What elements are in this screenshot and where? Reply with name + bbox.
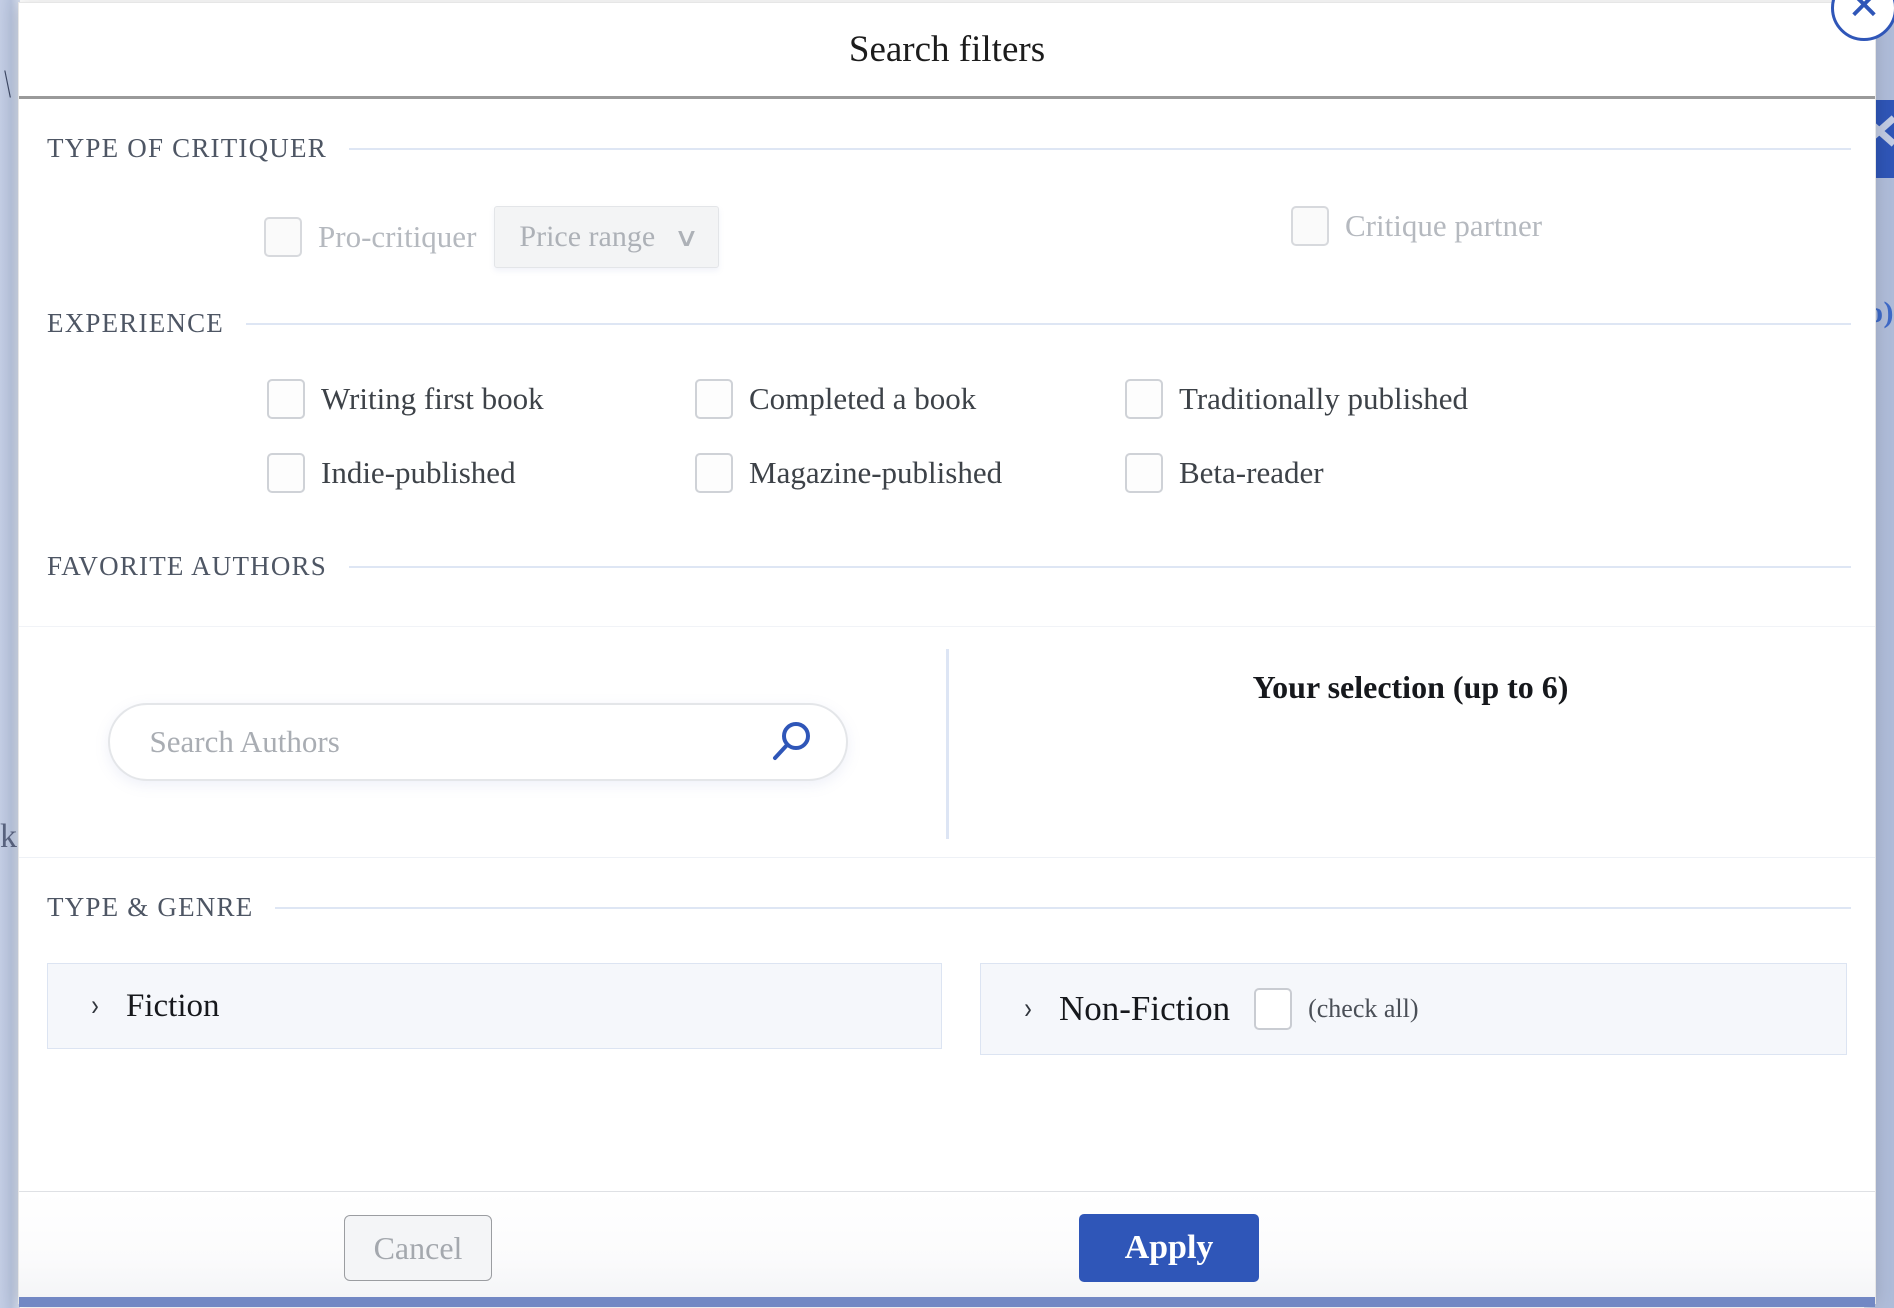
section-label-type-genre: TYPE & GENRE (47, 892, 254, 922)
genre-cards-row: › Fiction › Non-Fiction (check all) (19, 963, 1875, 1055)
footer-accent-strip (19, 1297, 1875, 1307)
genre-label-fiction: Fiction (126, 987, 220, 1024)
checkbox-indie-published[interactable]: Indie-published (267, 453, 695, 493)
checkbox-box-icon (1291, 206, 1329, 246)
chevron-right-icon: › (1024, 992, 1032, 1025)
search-authors-input[interactable] (107, 703, 848, 781)
experience-options-grid: Writing first book Completed a book Trad… (19, 379, 1875, 493)
authors-panel-divider (946, 649, 949, 839)
checkbox-box-icon (267, 453, 305, 493)
dialog-body: TYPE OF CRITIQUER Pro-critiquer Price ra… (19, 99, 1875, 1191)
selection-title: Your selection (up to 6) (1252, 669, 1569, 705)
section-header-type-genre: TYPE & GENRE (19, 892, 1875, 923)
checkbox-label: Writing first book (321, 381, 544, 416)
genre-card-fiction[interactable]: › Fiction (47, 963, 942, 1049)
background-left-strip (0, 0, 20, 1308)
section-rule-favorite-authors (349, 565, 1851, 568)
checkbox-traditionally-published[interactable]: Traditionally published (1125, 379, 1875, 419)
authors-search-pane (19, 627, 946, 857)
checkbox-label: Beta-reader (1179, 455, 1324, 490)
favorite-authors-panel: Your selection (up to 6) (19, 626, 1875, 858)
checkbox-box-icon (267, 379, 305, 419)
critiquer-options-row: Pro-critiquer Price range ∨ Critique par… (19, 200, 1875, 286)
genre-card-non-fiction[interactable]: › Non-Fiction (check all) (980, 963, 1847, 1055)
checkbox-label: Indie-published (321, 455, 516, 490)
checkbox-check-all-non-fiction[interactable] (1254, 988, 1293, 1030)
checkbox-completed-a-book[interactable]: Completed a book (695, 379, 1125, 419)
section-header-critiquer: TYPE OF CRITIQUER (19, 133, 1875, 164)
checkbox-box-icon (695, 453, 733, 493)
checkbox-label: Critique partner (1345, 208, 1543, 243)
section-label-experience: EXPERIENCE (47, 308, 224, 338)
checkbox-box-icon (695, 379, 733, 419)
authors-search-wrapper (107, 703, 848, 781)
checkbox-beta-reader[interactable]: Beta-reader (1125, 453, 1875, 493)
checkbox-box-icon (264, 217, 302, 257)
close-x-icon: ✕ (1847, 0, 1881, 28)
checkbox-label: Traditionally published (1179, 381, 1469, 416)
check-all-label: (check all) (1308, 994, 1419, 1023)
chevron-right-icon: › (91, 989, 99, 1022)
genre-label-non-fiction: Non-Fiction (1059, 989, 1231, 1028)
apply-button[interactable]: Apply (1079, 1214, 1259, 1282)
checkbox-label: Pro-critiquer (318, 219, 477, 254)
section-label-critiquer: TYPE OF CRITIQUER (47, 133, 327, 163)
checkbox-box-icon (1125, 453, 1163, 493)
checkbox-box-icon (1125, 379, 1163, 419)
checkbox-magazine-published[interactable]: Magazine-published (695, 453, 1125, 493)
checkbox-label: Completed a book (749, 381, 977, 416)
price-range-value: Price range (519, 220, 656, 253)
checkbox-critique-partner[interactable]: Critique partner (1291, 206, 1542, 246)
cancel-button[interactable]: Cancel (344, 1215, 492, 1281)
price-range-dropdown[interactable]: Price range ∨ (494, 206, 720, 268)
checkbox-writing-first-book[interactable]: Writing first book (267, 379, 695, 419)
search-filters-dialog: Search filters ✕ TYPE OF CRITIQUER Pro-c… (18, 0, 1894, 1307)
background-left-chevron: \ (4, 61, 11, 106)
dialog-footer: Cancel Apply (19, 1191, 1875, 1307)
critique-partner-group: Critique partner (1291, 206, 1542, 246)
section-rule-type-genre (275, 906, 1851, 909)
background-left-glyph: k (0, 818, 17, 855)
section-rule-critiquer (348, 147, 1851, 150)
page-title: Search filters (848, 29, 1046, 70)
section-label-favorite-authors: FAVORITE AUTHORS (47, 551, 327, 581)
section-rule-experience (246, 322, 1851, 325)
checkbox-label: Magazine-published (749, 455, 1003, 490)
chevron-down-icon: ∨ (673, 221, 700, 252)
section-header-favorite-authors: FAVORITE AUTHORS (19, 551, 1875, 582)
checkbox-pro-critiquer[interactable]: Pro-critiquer (264, 217, 476, 257)
section-header-experience: EXPERIENCE (19, 308, 1875, 339)
authors-selection-pane: Your selection (up to 6) (946, 627, 1875, 857)
pro-critiquer-group: Pro-critiquer Price range ∨ (264, 206, 720, 268)
search-icon[interactable] (770, 720, 814, 764)
dialog-header: Search filters ✕ (19, 0, 1894, 99)
